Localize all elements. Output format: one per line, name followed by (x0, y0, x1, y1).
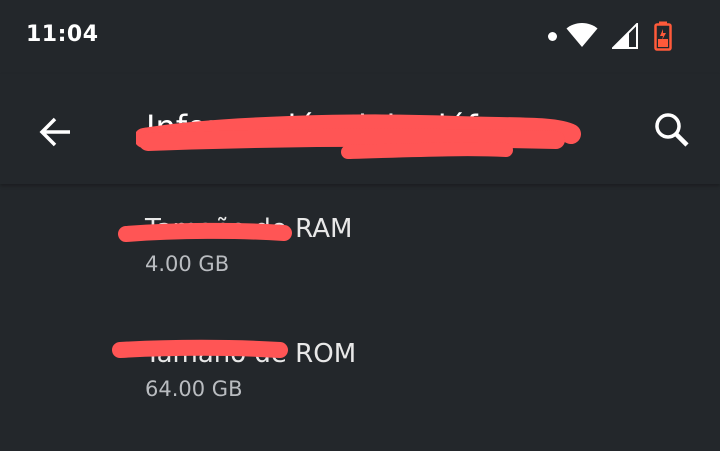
item-value-ram: 4.00 GB (145, 252, 230, 276)
item-value-rom: 64.00 GB (145, 377, 243, 401)
redaction-mark (136, 114, 581, 159)
redaction-mark (112, 339, 288, 358)
battery-low-icon (654, 21, 672, 51)
search-button[interactable] (646, 104, 698, 156)
wifi-icon (566, 23, 598, 47)
cell-signal-icon (612, 23, 638, 49)
arrow-left-icon (39, 117, 70, 147)
status-bar: 11:04 (0, 0, 720, 74)
app-bar: Información del teléf… (0, 74, 720, 184)
list-item-ram[interactable]: Tamaño de RAM 4.00 GB (0, 184, 720, 309)
redaction-mark (118, 222, 292, 242)
back-button[interactable] (32, 108, 80, 156)
notification-dot-icon (548, 32, 557, 41)
search-icon (655, 113, 689, 147)
status-time: 11:04 (26, 22, 99, 47)
list-item-rom[interactable]: Tamaño de ROM 64.00 GB (0, 309, 720, 434)
